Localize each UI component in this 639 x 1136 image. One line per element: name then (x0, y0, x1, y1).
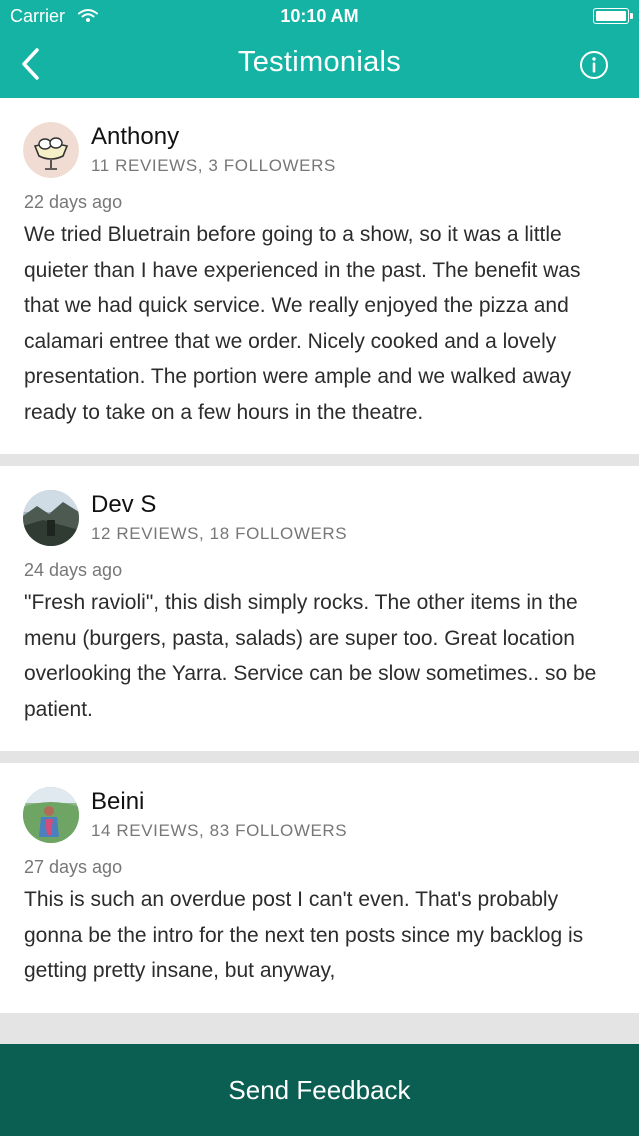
reviewer-stats: 12 REVIEWS, 18 FOLLOWERS (91, 524, 348, 543)
reviewer-stats: 14 REVIEWS, 83 FOLLOWERS (91, 821, 348, 840)
page-title: Testimonials (237, 46, 402, 78)
reviewer-name[interactable]: Dev S (91, 490, 615, 520)
reviewer-stats: 11 REVIEWS, 3 FOLLOWERS (91, 156, 336, 175)
reviews-list[interactable]: Anthony 11 REVIEWS, 3 FOLLOWERS 22 days … (0, 98, 639, 1044)
battery-icon (593, 8, 633, 24)
header: Carrier 10:10 AM Testimonials (0, 0, 639, 98)
review-age: 22 days ago (24, 192, 123, 212)
info-icon (580, 51, 608, 79)
avatar[interactable] (23, 122, 79, 178)
send-feedback-button[interactable]: Send Feedback (0, 1044, 639, 1136)
review-age: 24 days ago (24, 560, 123, 580)
info-button[interactable] (579, 50, 609, 80)
avatar[interactable] (23, 490, 79, 546)
review-text: This is such an overdue post I can't eve… (24, 888, 584, 982)
review-text: "Fresh ravioli", this dish simply rocks.… (24, 591, 597, 721)
review-card: Beini 14 REVIEWS, 83 FOLLOWERS 27 days a… (0, 763, 639, 1013)
review-age: 27 days ago (24, 857, 123, 877)
review-text: We tried Bluetrain before going to a sho… (24, 223, 581, 424)
reviewer-name[interactable]: Anthony (91, 122, 615, 152)
review-card: Anthony 11 REVIEWS, 3 FOLLOWERS 22 days … (0, 98, 639, 454)
status-time: 10:10 AM (280, 6, 359, 26)
status-bar: Carrier 10:10 AM (0, 0, 639, 34)
reviewer-name[interactable]: Beini (91, 787, 615, 817)
review-card: Dev S 12 REVIEWS, 18 FOLLOWERS 24 days a… (0, 466, 639, 751)
avatar[interactable] (23, 787, 79, 843)
